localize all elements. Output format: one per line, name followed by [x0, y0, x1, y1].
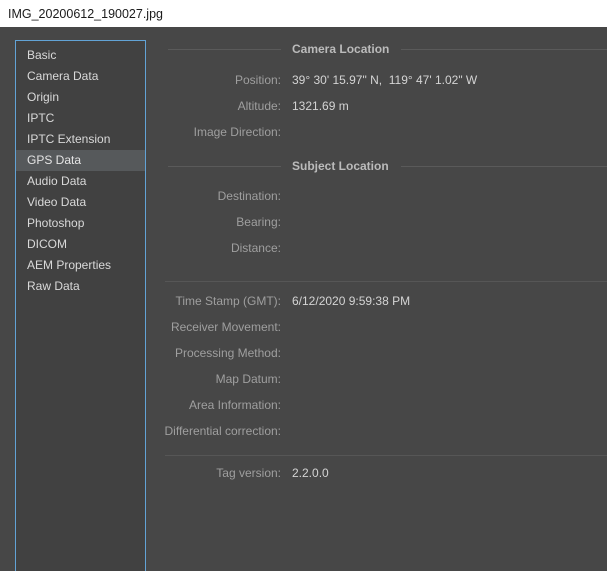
window-title: IMG_20200612_190027.jpg	[8, 7, 163, 21]
field-position: Position: 39° 30' 15.97" N, 119° 47' 1.0…	[146, 67, 607, 93]
header-line-left	[146, 49, 281, 50]
header-line-right	[401, 166, 607, 167]
header-line-right	[401, 49, 607, 50]
field-label: Altitude:	[146, 99, 281, 113]
field-label: Bearing:	[146, 215, 281, 229]
field-label: Processing Method:	[146, 346, 281, 360]
field-label: Position:	[146, 73, 281, 87]
field-value: 1321.69 m	[292, 99, 349, 113]
sidebar-item-raw-data[interactable]: Raw Data	[16, 276, 145, 297]
category-list: Basic Camera Data Origin IPTC IPTC Exten…	[15, 40, 146, 571]
sidebar-item-dicom[interactable]: DICOM	[16, 234, 145, 255]
sidebar-item-basic[interactable]: Basic	[16, 45, 145, 66]
field-time-stamp-gmt: Time Stamp (GMT): 6/12/2020 9:59:38 PM	[146, 288, 607, 314]
sidebar-item-photoshop[interactable]: Photoshop	[16, 213, 145, 234]
field-label: Destination:	[146, 189, 281, 203]
sidebar-item-audio-data[interactable]: Audio Data	[16, 171, 145, 192]
field-label: Receiver Movement:	[146, 320, 281, 334]
field-receiver-movement: Receiver Movement:	[146, 314, 607, 340]
field-processing-method: Processing Method:	[146, 340, 607, 366]
field-image-direction: Image Direction:	[146, 119, 607, 145]
sidebar-item-video-data[interactable]: Video Data	[16, 192, 145, 213]
sidebar-item-iptc-extension[interactable]: IPTC Extension	[16, 129, 145, 150]
sidebar-item-origin[interactable]: Origin	[16, 87, 145, 108]
field-differential-correction: Differential correction:	[146, 418, 607, 444]
field-tag-version: Tag version: 2.2.0.0	[146, 460, 607, 486]
section-header-camera-location: Camera Location	[146, 39, 607, 59]
field-label: Distance:	[146, 241, 281, 255]
section-divider	[165, 281, 607, 282]
sidebar-item-gps-data[interactable]: GPS Data	[16, 150, 145, 171]
field-value: 6/12/2020 9:59:38 PM	[292, 294, 410, 308]
section-header-subject-location: Subject Location	[146, 156, 607, 176]
field-destination: Destination:	[146, 183, 607, 209]
field-distance: Distance:	[146, 235, 607, 261]
section-divider	[165, 455, 607, 456]
field-area-information: Area Information:	[146, 392, 607, 418]
field-label: Area Information:	[146, 398, 281, 412]
field-map-datum: Map Datum:	[146, 366, 607, 392]
section-title: Subject Location	[292, 159, 389, 173]
field-label: Map Datum:	[146, 372, 281, 386]
sidebar-item-iptc[interactable]: IPTC	[16, 108, 145, 129]
field-label: Image Direction:	[146, 125, 281, 139]
section-title: Camera Location	[292, 42, 389, 56]
field-value: 39° 30' 15.97" N, 119° 47' 1.02" W	[292, 73, 477, 87]
field-label: Differential correction:	[146, 424, 281, 438]
titlebar: IMG_20200612_190027.jpg	[0, 0, 607, 27]
field-bearing: Bearing:	[146, 209, 607, 235]
field-altitude: Altitude: 1321.69 m	[146, 93, 607, 119]
sidebar-item-aem-properties[interactable]: AEM Properties	[16, 255, 145, 276]
file-info-panel: Basic Camera Data Origin IPTC IPTC Exten…	[0, 27, 607, 571]
field-value: 2.2.0.0	[292, 466, 329, 480]
field-label: Time Stamp (GMT):	[146, 294, 281, 308]
header-line-left	[146, 166, 281, 167]
sidebar-item-camera-data[interactable]: Camera Data	[16, 66, 145, 87]
field-label: Tag version:	[146, 466, 281, 480]
gps-data-content: Camera Location Position: 39° 30' 15.97"…	[146, 27, 607, 571]
